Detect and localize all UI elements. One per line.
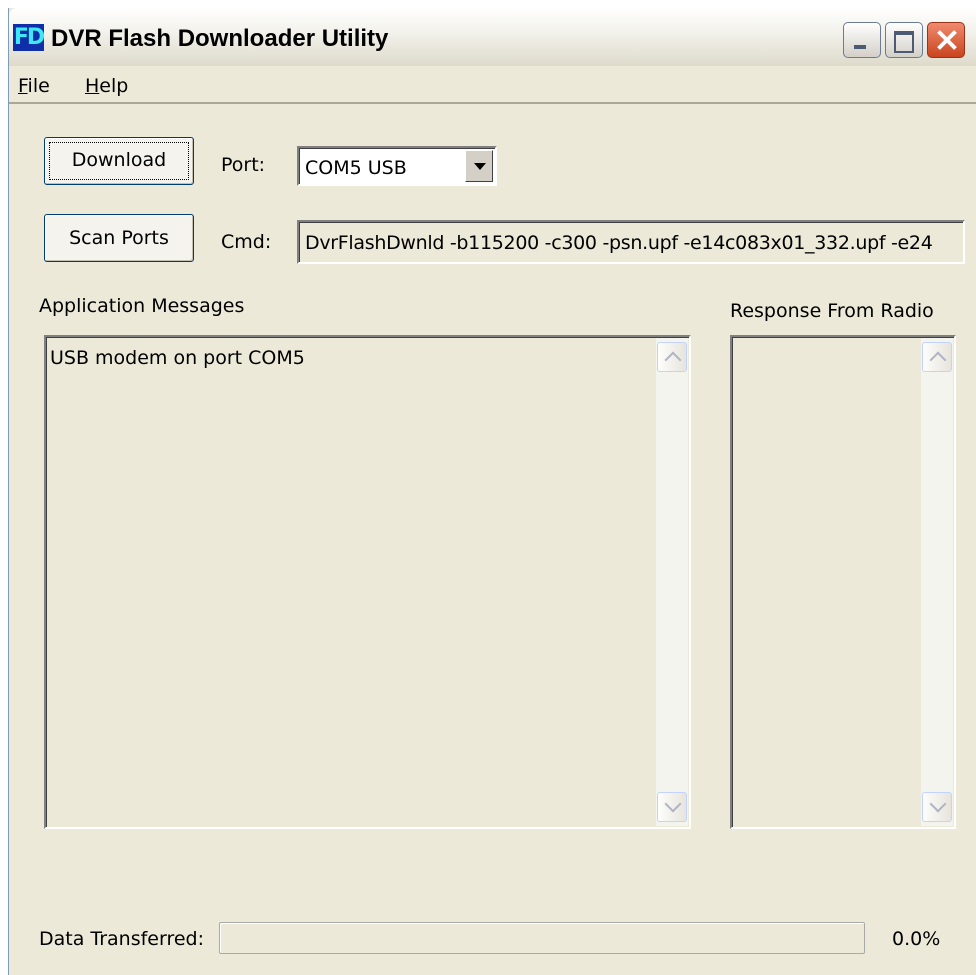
cmd-label: Cmd: — [221, 231, 272, 253]
response-textarea[interactable] — [730, 335, 956, 829]
close-button[interactable] — [927, 22, 965, 58]
window-title: DVR Flash Downloader Utility — [51, 25, 389, 52]
menu-file[interactable]: File — [18, 75, 50, 97]
cmd-field[interactable]: DvrFlashDwnld -b115200 -c300 -psn.upf -e… — [297, 220, 965, 264]
scroll-up-icon[interactable] — [922, 342, 952, 372]
chevron-down-icon[interactable] — [465, 150, 493, 182]
minimize-button[interactable] — [843, 22, 881, 58]
port-select[interactable]: COM5 USB — [297, 146, 497, 186]
app-messages-scrollbar[interactable] — [656, 338, 688, 826]
app-messages-label: Application Messages — [39, 295, 245, 317]
menu-bar: File Help — [9, 70, 976, 104]
app-window: FD DVR Flash Downloader Utility File Hel… — [8, 8, 976, 975]
download-button[interactable]: Download — [44, 137, 194, 185]
maximize-button[interactable] — [885, 22, 923, 58]
app-icon: FD — [13, 24, 45, 51]
scan-ports-button[interactable]: Scan Ports — [44, 214, 194, 262]
scroll-down-icon[interactable] — [922, 792, 952, 822]
response-scrollbar[interactable] — [921, 338, 953, 826]
menu-help[interactable]: Help — [85, 75, 128, 97]
scroll-up-icon[interactable] — [657, 342, 687, 372]
data-transferred-label: Data Transferred: — [39, 928, 205, 950]
title-bar[interactable]: FD DVR Flash Downloader Utility — [9, 8, 976, 66]
app-messages-textarea[interactable]: USB modem on port COM5 — [44, 335, 691, 829]
response-label: Response From Radio — [730, 300, 934, 322]
port-select-value: COM5 USB — [305, 157, 407, 179]
app-messages-text: USB modem on port COM5 — [50, 347, 305, 369]
progress-bar — [219, 922, 865, 954]
scroll-down-icon[interactable] — [657, 792, 687, 822]
cmd-field-value: DvrFlashDwnld -b115200 -c300 -psn.upf -e… — [305, 232, 933, 254]
port-label: Port: — [221, 154, 266, 176]
focus-rect — [49, 142, 189, 180]
progress-percent: 0.0% — [892, 928, 941, 950]
